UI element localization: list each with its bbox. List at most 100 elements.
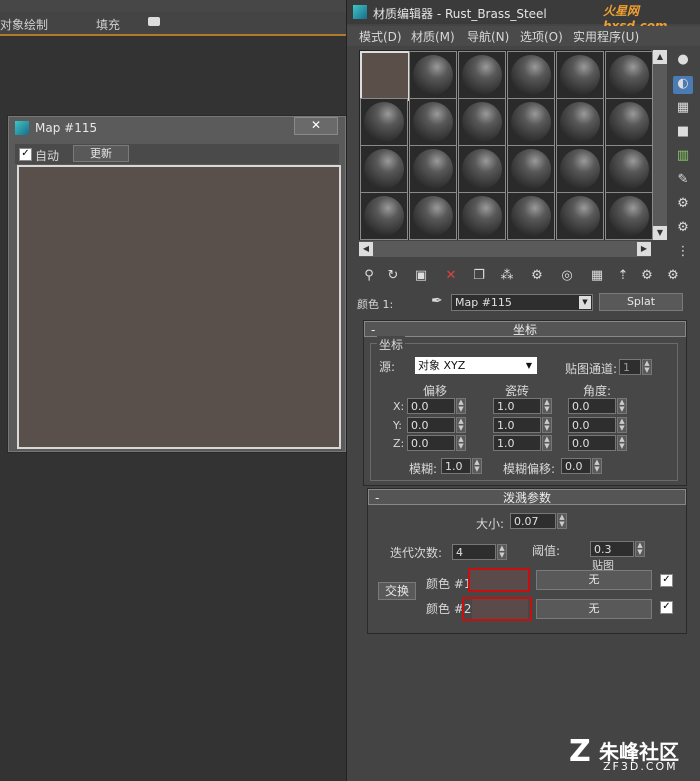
ribbon-object-paint[interactable]: 对象绘制: [0, 16, 48, 33]
tiling-y-spinner[interactable]: ▲ ▼: [542, 417, 552, 433]
tiling-z-spinner[interactable]: ▲ ▼: [542, 435, 552, 451]
show-end-result-icon[interactable]: ⇡: [613, 266, 633, 286]
color1-map-button[interactable]: 无: [536, 570, 652, 590]
menu-utilities[interactable]: 实用程序(U): [573, 28, 639, 45]
color2-map-button[interactable]: 无: [536, 599, 652, 619]
menu-options[interactable]: 选项(O): [520, 28, 563, 45]
sample-slot[interactable]: [409, 192, 457, 240]
offset-x-field[interactable]: 0.0: [407, 398, 455, 414]
sample-slot[interactable]: [360, 192, 408, 240]
offset-z-spinner[interactable]: ▲ ▼: [456, 435, 466, 451]
sample-slot[interactable]: [556, 145, 604, 193]
offset-y-field[interactable]: 0.0: [407, 417, 455, 433]
sample-slot[interactable]: [605, 51, 653, 99]
iterations-spinner[interactable]: ▲ ▼: [497, 544, 507, 560]
source-select[interactable]: 对象 XYZ: [415, 357, 537, 374]
threshold-field[interactable]: 0.3: [590, 541, 634, 557]
map-name-dropdown-icon[interactable]: ▼: [579, 296, 591, 309]
slots-vertical-scrollbar[interactable]: ▲ ▼: [653, 50, 667, 240]
scroll-left-icon[interactable]: ◀: [359, 242, 373, 256]
menu-mode[interactable]: 模式(D): [359, 28, 402, 45]
tiling-y-field[interactable]: 1.0: [493, 417, 541, 433]
size-field[interactable]: 0.07: [510, 513, 556, 529]
video-color-check-icon[interactable]: ▥: [673, 148, 693, 166]
angle-y-spinner[interactable]: ▲ ▼: [617, 417, 627, 433]
get-material-icon[interactable]: ⚲: [359, 266, 379, 286]
angle-y-field[interactable]: 0.0: [568, 417, 616, 433]
go-to-parent-icon[interactable]: ⚙: [637, 266, 657, 286]
scroll-down-icon[interactable]: ▼: [653, 226, 667, 240]
map-channel-field[interactable]: 1: [619, 359, 641, 375]
tiling-x-field[interactable]: 1.0: [493, 398, 541, 414]
offset-x-spinner[interactable]: ▲ ▼: [456, 398, 466, 414]
sample-slot[interactable]: [507, 51, 555, 99]
sample-slot[interactable]: [360, 98, 408, 146]
put-to-library-icon[interactable]: ⚙: [527, 266, 547, 286]
tiling-z-field[interactable]: 1.0: [493, 435, 541, 451]
menu-navigation[interactable]: 导航(N): [467, 28, 509, 45]
offset-z-field[interactable]: 0.0: [407, 435, 455, 451]
menu-material[interactable]: 材质(M): [411, 28, 455, 45]
sample-slot[interactable]: [458, 51, 506, 99]
sample-slot[interactable]: [409, 145, 457, 193]
options-icon[interactable]: ⚙: [673, 196, 693, 214]
sample-slot[interactable]: [360, 145, 408, 193]
slots-horizontal-scrollbar[interactable]: ◀ ▶: [359, 241, 651, 257]
sample-type-icon[interactable]: ●: [673, 52, 693, 70]
auto-checkbox[interactable]: ✓: [19, 148, 32, 161]
scroll-up-icon[interactable]: ▲: [653, 50, 667, 64]
color1-map-checkbox[interactable]: ✓: [660, 574, 673, 587]
collapse-icon[interactable]: -: [375, 490, 379, 506]
background-checker-icon[interactable]: ▦: [673, 100, 693, 118]
sample-slot[interactable]: [605, 98, 653, 146]
collapse-icon[interactable]: -: [371, 322, 375, 338]
material-id-channel-icon[interactable]: ◎: [557, 266, 577, 286]
backlight-icon[interactable]: ◐: [673, 76, 693, 94]
eyedropper-icon[interactable]: ✒: [431, 293, 443, 309]
ribbon-dropdown-icon[interactable]: [148, 17, 160, 26]
sample-slot[interactable]: [409, 51, 457, 99]
show-map-in-viewport-icon[interactable]: ▦: [587, 266, 607, 286]
sample-slot[interactable]: [556, 98, 604, 146]
copy-material-icon[interactable]: ❐: [469, 266, 489, 286]
put-material-icon[interactable]: ↻: [383, 266, 403, 286]
map-name-field[interactable]: Map #115: [451, 294, 593, 311]
blur-field[interactable]: 1.0: [441, 458, 471, 474]
angle-x-spinner[interactable]: ▲ ▼: [617, 398, 627, 414]
sample-slot-active[interactable]: [360, 51, 410, 101]
coordinates-rollout-header[interactable]: - 坐标: [364, 321, 686, 337]
sample-slot[interactable]: [556, 51, 604, 99]
blur-offset-spinner[interactable]: ▲ ▼: [592, 458, 602, 474]
angle-x-field[interactable]: 0.0: [568, 398, 616, 414]
swap-button[interactable]: 交换: [378, 582, 416, 600]
sample-slot[interactable]: [409, 98, 457, 146]
material-map-navigator-icon[interactable]: ⋮: [673, 244, 693, 262]
sample-slot[interactable]: [605, 145, 653, 193]
offset-y-spinner[interactable]: ▲ ▼: [456, 417, 466, 433]
tiling-x-spinner[interactable]: ▲ ▼: [542, 398, 552, 414]
sample-slot[interactable]: [605, 192, 653, 240]
go-forward-sibling-icon[interactable]: ⚙: [663, 266, 683, 286]
close-icon[interactable]: ✕: [294, 117, 338, 135]
map-channel-spinner[interactable]: ▲ ▼: [642, 359, 652, 375]
sample-slot[interactable]: [458, 98, 506, 146]
angle-z-field[interactable]: 0.0: [568, 435, 616, 451]
color2-map-checkbox[interactable]: ✓: [660, 601, 673, 614]
assign-material-icon[interactable]: ▣: [411, 266, 431, 286]
sample-slot[interactable]: [507, 98, 555, 146]
sample-uv-tiling-icon[interactable]: ■: [673, 124, 693, 142]
map-type-button[interactable]: Splat: [599, 293, 683, 311]
sample-slot[interactable]: [458, 192, 506, 240]
ribbon-fill[interactable]: 填充: [96, 16, 120, 33]
make-unique-icon[interactable]: ⁂: [497, 266, 517, 286]
splat-params-header[interactable]: - 泼溅参数: [368, 489, 686, 505]
make-preview-icon[interactable]: ✎: [673, 172, 693, 190]
angle-z-spinner[interactable]: ▲ ▼: [617, 435, 627, 451]
blur-offset-field[interactable]: 0.0: [561, 458, 591, 474]
blur-spinner[interactable]: ▲ ▼: [472, 458, 482, 474]
sample-slot[interactable]: [556, 192, 604, 240]
sample-slot[interactable]: [507, 145, 555, 193]
threshold-spinner[interactable]: ▲ ▼: [635, 541, 645, 557]
map-window-titlebar[interactable]: Map #115 ✕: [9, 117, 345, 141]
sample-slot[interactable]: [458, 145, 506, 193]
